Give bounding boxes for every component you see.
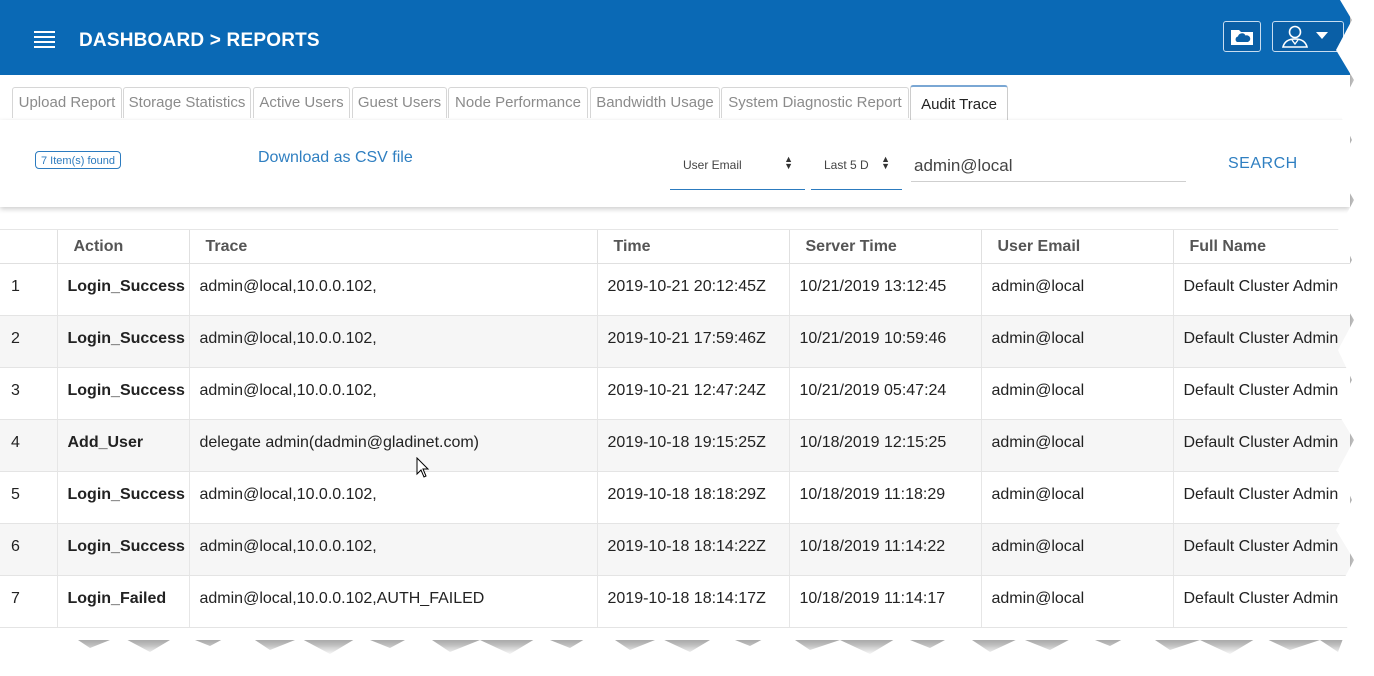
cell-full-name: Default Cluster Admin — [1172, 575, 1350, 628]
cell-trace: admin@local,10.0.0.102, — [188, 471, 597, 524]
cell-full-name: Default Cluster Admin — [1172, 315, 1350, 368]
user-account-icon — [1281, 25, 1309, 48]
breadcrumb: DASHBOARD > REPORTS — [79, 30, 320, 51]
filter-field-select[interactable]: User Email ▲ ▼ — [670, 148, 805, 190]
tab-upload-report[interactable]: Upload Report — [12, 87, 122, 118]
cell-action: Login_Failed — [56, 575, 189, 628]
reports-window: DASHBOARD > REPORTS Upload Report Storag… — [0, 0, 1350, 640]
cell-action: Login_Success — [56, 315, 189, 368]
cell-time: 2019-10-21 20:12:45Z — [596, 263, 789, 316]
cloud-folder-icon — [1231, 30, 1253, 45]
mouse-pointer-icon — [416, 457, 430, 478]
table-row[interactable]: 1 Login_Success admin@local,10.0.0.102, … — [0, 263, 1350, 316]
table-row[interactable]: 3 Login_Success admin@local,10.0.0.102, … — [0, 367, 1350, 420]
tab-storage-statistics[interactable]: Storage Statistics — [123, 87, 251, 118]
cell-trace: admin@local,10.0.0.102,AUTH_FAILED — [188, 575, 597, 628]
cell-trace: delegate admin(dadmin@gladinet.com) — [188, 419, 597, 472]
column-header-user-email[interactable]: User Email — [980, 229, 1173, 264]
cell-trace: admin@local,10.0.0.102, — [188, 315, 597, 368]
cell-time: 2019-10-18 18:14:22Z — [596, 523, 789, 576]
cell-user-email: admin@local — [980, 471, 1173, 524]
cell-action: Login_Success — [56, 367, 189, 420]
top-header-bar: DASHBOARD > REPORTS — [0, 0, 1350, 75]
cell-server-time: 10/18/2019 11:18:29 — [788, 471, 981, 524]
table-row[interactable]: 4 Add_User delegate admin(dadmin@gladine… — [0, 419, 1350, 472]
cell-trace: admin@local,10.0.0.102, — [188, 367, 597, 420]
table-row[interactable]: 2 Login_Success admin@local,10.0.0.102, … — [0, 315, 1350, 368]
tab-active-users[interactable]: Active Users — [253, 87, 350, 118]
cell-user-email: admin@local — [980, 419, 1173, 472]
column-header-full-name[interactable]: Full Name — [1172, 229, 1350, 264]
cell-full-name: Default Cluster Admin — [1172, 471, 1350, 524]
column-header-server-time[interactable]: Server Time — [788, 229, 981, 264]
date-range-value: Last 5 D — [824, 158, 869, 172]
search-button[interactable]: SEARCH — [1228, 155, 1298, 173]
chevron-down-icon — [1316, 32, 1328, 39]
tab-audit-trace[interactable]: Audit Trace — [910, 85, 1008, 121]
cell-user-email: admin@local — [980, 315, 1173, 368]
cloud-folder-button[interactable] — [1223, 21, 1261, 52]
table-header-row: Action Trace Time Server Time User Email… — [0, 229, 1350, 264]
download-csv-link[interactable]: Download as CSV file — [258, 149, 413, 167]
cell-full-name: Default Cluster Admin — [1172, 263, 1350, 316]
row-index: 7 — [0, 575, 57, 628]
cell-action: Login_Success — [56, 471, 189, 524]
row-index: 1 — [0, 263, 57, 316]
cell-time: 2019-10-21 12:47:24Z — [596, 367, 789, 420]
hamburger-menu-icon[interactable] — [34, 31, 55, 49]
cell-server-time: 10/21/2019 05:47:24 — [788, 367, 981, 420]
cell-server-time: 10/21/2019 13:12:45 — [788, 263, 981, 316]
report-tabs: Upload Report Storage Statistics Active … — [0, 75, 1350, 121]
cell-user-email: admin@local — [980, 523, 1173, 576]
tab-node-performance[interactable]: Node Performance — [448, 87, 588, 118]
search-input[interactable] — [911, 150, 1186, 182]
cell-server-time: 10/18/2019 12:15:25 — [788, 419, 981, 472]
cell-trace: admin@local,10.0.0.102, — [188, 263, 597, 316]
cell-time: 2019-10-18 18:14:17Z — [596, 575, 789, 628]
cell-full-name: Default Cluster Admin — [1172, 523, 1350, 576]
row-index: 6 — [0, 523, 57, 576]
cell-trace: admin@local,10.0.0.102, — [188, 523, 597, 576]
row-index: 3 — [0, 367, 57, 420]
cell-action: Login_Success — [56, 523, 189, 576]
date-range-select[interactable]: Last 5 D ▲ ▼ — [811, 148, 902, 190]
cell-user-email: admin@local — [980, 367, 1173, 420]
table-row[interactable]: 6 Login_Success admin@local,10.0.0.102, … — [0, 523, 1350, 576]
row-index: 5 — [0, 471, 57, 524]
column-header-time[interactable]: Time — [596, 229, 789, 264]
column-header-index[interactable] — [0, 229, 57, 264]
cell-user-email: admin@local — [980, 575, 1173, 628]
cell-action: Login_Success — [56, 263, 189, 316]
column-header-trace[interactable]: Trace — [188, 229, 597, 264]
row-index: 4 — [0, 419, 57, 472]
cell-server-time: 10/18/2019 11:14:22 — [788, 523, 981, 576]
cell-full-name: Default Cluster Admin — [1172, 367, 1350, 420]
audit-trace-table: Action Trace Time Server Time User Email… — [0, 229, 1350, 628]
sort-arrows-icon: ▲ ▼ — [881, 154, 890, 171]
table-row[interactable]: 5 Login_Success admin@local,10.0.0.102, … — [0, 471, 1350, 524]
cell-time: 2019-10-18 18:18:29Z — [596, 471, 789, 524]
filter-field-value: User Email — [683, 158, 742, 172]
cell-server-time: 10/18/2019 11:14:17 — [788, 575, 981, 628]
cell-full-name: Default Cluster Admin — [1172, 419, 1350, 472]
user-account-menu-button[interactable] — [1272, 21, 1344, 52]
table-row[interactable]: 7 Login_Failed admin@local,10.0.0.102,AU… — [0, 575, 1350, 628]
column-header-action[interactable]: Action — [56, 229, 189, 264]
cell-time: 2019-10-18 19:15:25Z — [596, 419, 789, 472]
tab-bandwidth-usage[interactable]: Bandwidth Usage — [590, 87, 720, 118]
tab-system-diagnostic-report[interactable]: System Diagnostic Report — [721, 87, 909, 118]
cell-time: 2019-10-21 17:59:46Z — [596, 315, 789, 368]
cell-server-time: 10/21/2019 10:59:46 — [788, 315, 981, 368]
report-toolbar: 7 Item(s) found Download as CSV file Use… — [0, 120, 1350, 207]
item-count-badge: 7 Item(s) found — [35, 151, 121, 169]
cell-action: Add_User — [56, 419, 189, 472]
tab-guest-users[interactable]: Guest Users — [352, 87, 447, 118]
row-index: 2 — [0, 315, 57, 368]
cell-user-email: admin@local — [980, 263, 1173, 316]
sort-arrows-icon: ▲ ▼ — [784, 154, 793, 171]
